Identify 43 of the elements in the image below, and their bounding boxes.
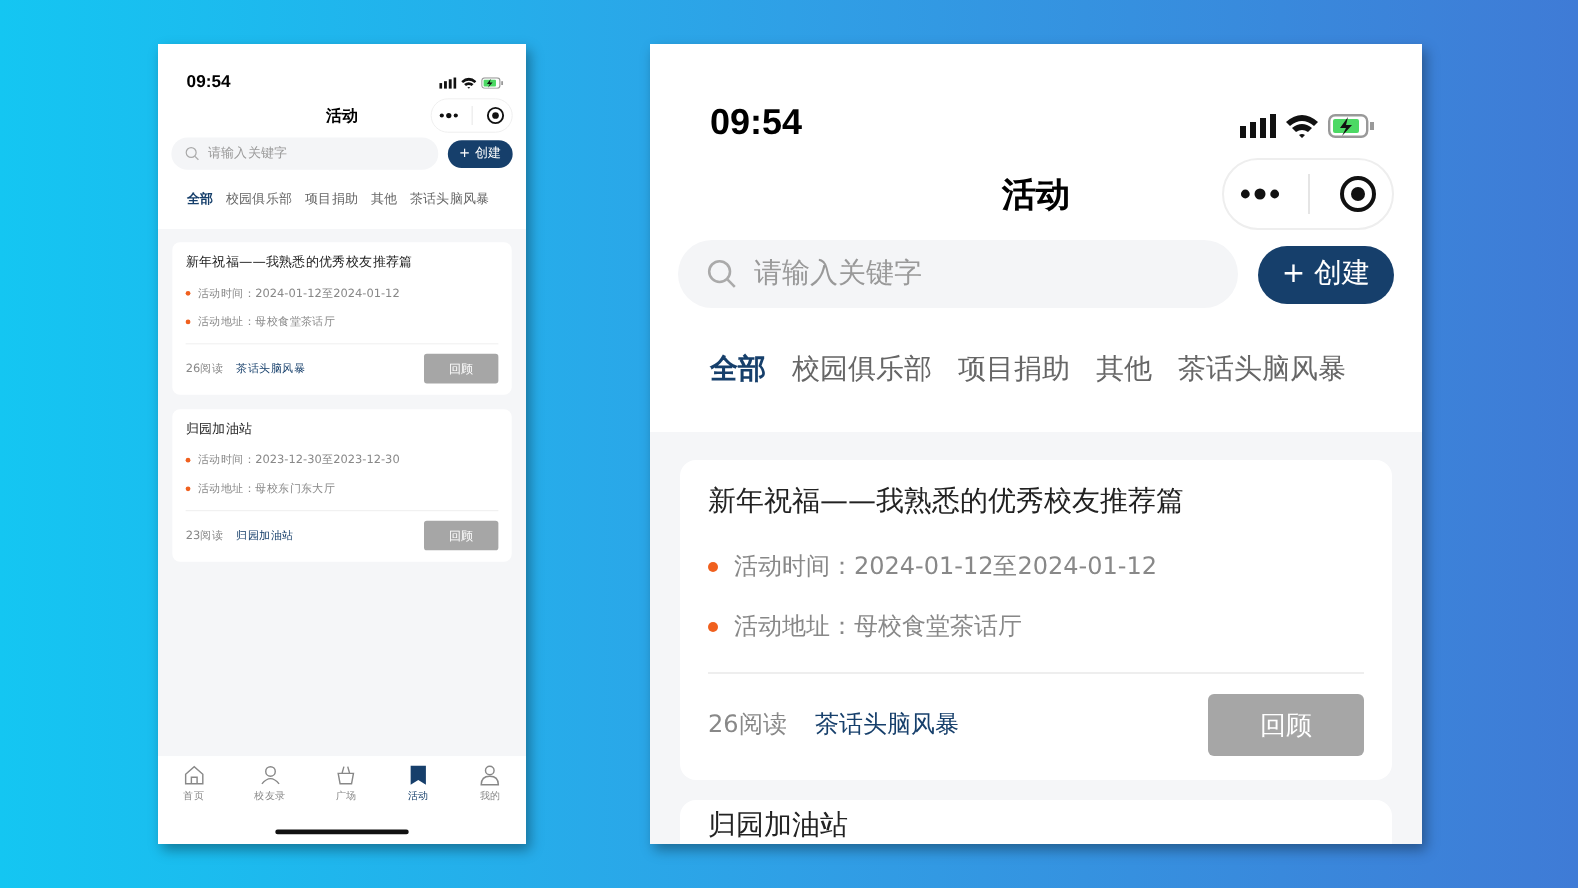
wifi-icon [461,77,477,89]
wifi-icon [1286,114,1318,138]
people-icon [258,763,282,787]
category-tab[interactable]: 其他 [1096,352,1152,388]
create-button[interactable]: + 创建 [1257,245,1394,303]
search-field[interactable]: 请输入关键字 [678,240,1238,308]
bullet-dot [708,561,718,571]
battery-icon [481,77,504,89]
category-tab[interactable]: 项目捐助 [958,352,1070,388]
page-title: 活动 [1002,173,1070,217]
home-indicator [275,829,409,835]
read-count: 26阅读 [708,708,787,742]
category-link[interactable]: 茶话头脑风暴 [814,708,959,742]
more-icon[interactable] [438,111,460,120]
bullet-dot [185,290,191,296]
signal-icon [439,77,457,89]
activity-info: 活动地址：母校食堂茶话厅 [734,609,1022,643]
search-icon [706,258,738,290]
activity-title: 新年祝福——我熟悉的优秀校友推荐篇 [708,484,1186,520]
bookmark-icon [406,763,430,787]
target-icon[interactable] [486,105,506,126]
bullet-dot [185,457,191,463]
activity-card[interactable]: 新年祝福——我熟悉的优秀校友推荐篇 活动时间：2024-01-12至2024-01-12 活动地址：母校食堂茶话厅 26阅读 茶话头脑风暴 回顾 [680,460,1392,780]
category-tab[interactable]: 校园俱乐部 [792,352,932,388]
capsule-menu[interactable] [1222,158,1394,230]
bullet-dot [185,485,191,491]
basket-icon [334,763,358,787]
home-icon [182,763,206,787]
target-icon[interactable] [1338,174,1379,214]
person-icon [478,763,502,787]
page-title: 活动 [325,104,359,127]
bullet-dot [708,621,718,631]
signal-icon [1240,114,1276,138]
more-icon[interactable] [1237,186,1282,202]
status-time: 09:54 [186,71,231,92]
battery-icon [1328,114,1374,138]
activity-info: 活动时间：2024-01-12至2024-01-12 [734,549,1157,583]
activity-title: 归园加油站 [708,808,850,844]
activity-card[interactable]: 归园加油站 [680,800,1392,844]
status-time: 09:54 [710,102,803,144]
bullet-dot [185,319,191,324]
category-tab[interactable]: 茶话头脑风暴 [1178,352,1346,388]
category-tab[interactable]: 全部 [710,352,766,388]
